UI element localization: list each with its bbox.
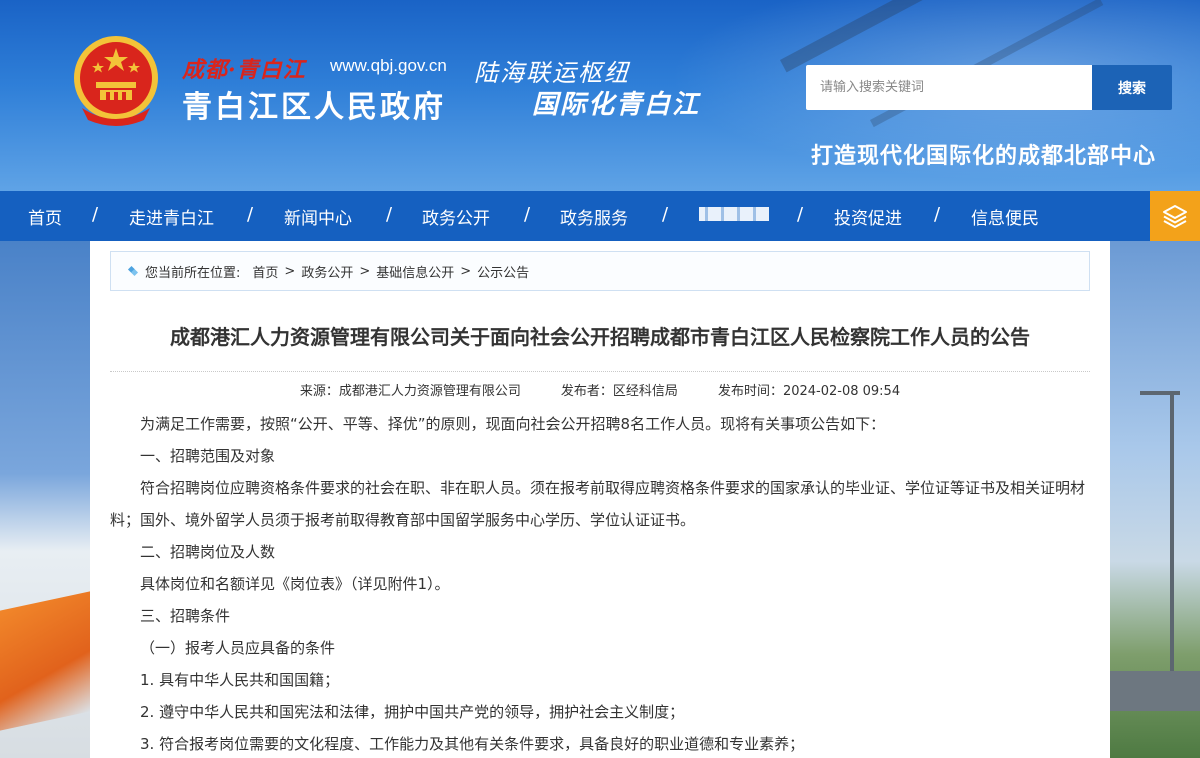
nav-separator: /: [247, 204, 254, 225]
nav-item-gov-affairs[interactable]: 政务公开: [422, 204, 490, 229]
slogan-line-1: 陆海联运枢纽: [474, 59, 630, 87]
section-heading: 二、招聘岗位及人数: [140, 543, 276, 561]
article-body: 为满足工作需要，按照“公开、平等、择优”的原则，现面向社会公开招聘8名工作人员。…: [110, 408, 1090, 758]
street-lamp-arm: [1140, 391, 1180, 395]
header-tagline: 打造现代化国际化的成都北部中心: [811, 144, 1157, 169]
article-publisher: 发布者：区经科信局: [560, 384, 678, 399]
breadcrumb-gov-affairs[interactable]: 政务公开: [301, 262, 353, 281]
site-header: 成都·青白江 www.qbj.gov.cn 青白江区人民政府 陆海联运枢纽 国际…: [0, 0, 1200, 191]
section-heading: 三、招聘条件: [140, 607, 231, 625]
nav-item-investment[interactable]: 投资促进: [834, 204, 902, 229]
article-publish-time: 发布时间：2024-02-08 09:54: [717, 384, 901, 399]
search-button[interactable]: 搜索: [1092, 65, 1172, 110]
breadcrumb-arrow: >: [460, 263, 472, 279]
national-emblem-icon: [74, 36, 158, 126]
road-graphic: [1110, 671, 1200, 711]
nav-item-info[interactable]: 信息便民: [971, 204, 1039, 229]
layers-button[interactable]: [1150, 191, 1200, 241]
article-source: 来源：成都港汇人力资源管理有限公司: [299, 384, 521, 399]
nav-separator: /: [524, 204, 531, 225]
location-diamond-icon: [127, 265, 139, 277]
nav-separator: /: [797, 204, 804, 225]
breadcrumb-arrow: >: [284, 263, 296, 279]
content-panel: 您当前所在位置: 首页 > 政务公开 > 基础信息公开 > 公示公告 成都港汇人…: [90, 241, 1110, 758]
nav-separator: /: [662, 204, 669, 225]
list-item: 1. 具有中华人民共和国国籍；: [140, 671, 340, 689]
nav-separator: /: [92, 204, 99, 225]
sub-heading: （一）报考人员应具备的条件: [140, 639, 336, 657]
nav-item-redacted[interactable]: [699, 204, 769, 224]
nav-separator: /: [934, 204, 941, 225]
breadcrumb-announcements[interactable]: 公示公告: [477, 262, 529, 281]
breadcrumb-prefix: 您当前所在位置:: [145, 265, 241, 281]
breadcrumb-home[interactable]: 首页: [252, 262, 278, 281]
article-paragraph: 具体岗位和名额详见《岗位表》（详见附件1）。: [140, 575, 450, 593]
site-title: 青白江区人民政府: [182, 90, 446, 125]
list-item: 2. 遵守中华人民共和国宪法和法律，拥护中国共产党的领导，拥护社会主义制度；: [140, 703, 685, 721]
section-heading: 一、招聘范围及对象: [140, 447, 276, 465]
article-paragraph: 符合招聘岗位应聘资格条件要求的社会在职、非在职人员。须在报考前取得应聘资格条件要…: [110, 479, 1086, 529]
slogan-line-2: 国际化青白江: [532, 90, 701, 120]
site-url: www.qbj.gov.cn: [330, 56, 447, 75]
nav-item-news[interactable]: 新闻中心: [284, 204, 352, 229]
layers-icon: [1163, 205, 1187, 228]
orange-sign-graphic: [0, 591, 90, 731]
nav-separator: /: [386, 204, 393, 225]
article-meta: 来源：成都港汇人力资源管理有限公司 发布者：区经科信局 发布时间：2024-02…: [110, 380, 1090, 399]
list-item: 3. 符合报考岗位需要的文化程度、工作能力及其他有关条件要求，具备良好的职业道德…: [140, 735, 805, 753]
article-paragraph: 为满足工作需要，按照“公开、平等、择优”的原则，现面向社会公开招聘8名工作人员。…: [140, 415, 886, 433]
nav-item-about[interactable]: 走进青白江: [129, 204, 214, 229]
brand-small-title: 成都·青白江: [182, 57, 306, 83]
right-background-decoration: [1110, 241, 1200, 758]
main-nav: 首页 / 走进青白江 / 新闻中心 / 政务公开 / 政务服务 / / 投资促进…: [0, 191, 1200, 241]
title-divider: [110, 371, 1090, 372]
nav-item-home[interactable]: 首页: [28, 204, 62, 229]
search-input[interactable]: [806, 65, 1092, 110]
breadcrumb-arrow: >: [359, 263, 371, 279]
search-box: 搜索: [806, 65, 1172, 110]
article-title: 成都港汇人力资源管理有限公司关于面向社会公开招聘成都市青白江区人民检察院工作人员…: [170, 325, 1030, 349]
redacted-label: [699, 207, 769, 221]
breadcrumb-basic-info[interactable]: 基础信息公开: [376, 262, 454, 281]
breadcrumb: 您当前所在位置: 首页 > 政务公开 > 基础信息公开 > 公示公告: [110, 251, 1090, 291]
street-lamp-pole: [1170, 391, 1174, 691]
nav-item-gov-services[interactable]: 政务服务: [560, 204, 628, 229]
left-background-decoration: [0, 241, 90, 758]
